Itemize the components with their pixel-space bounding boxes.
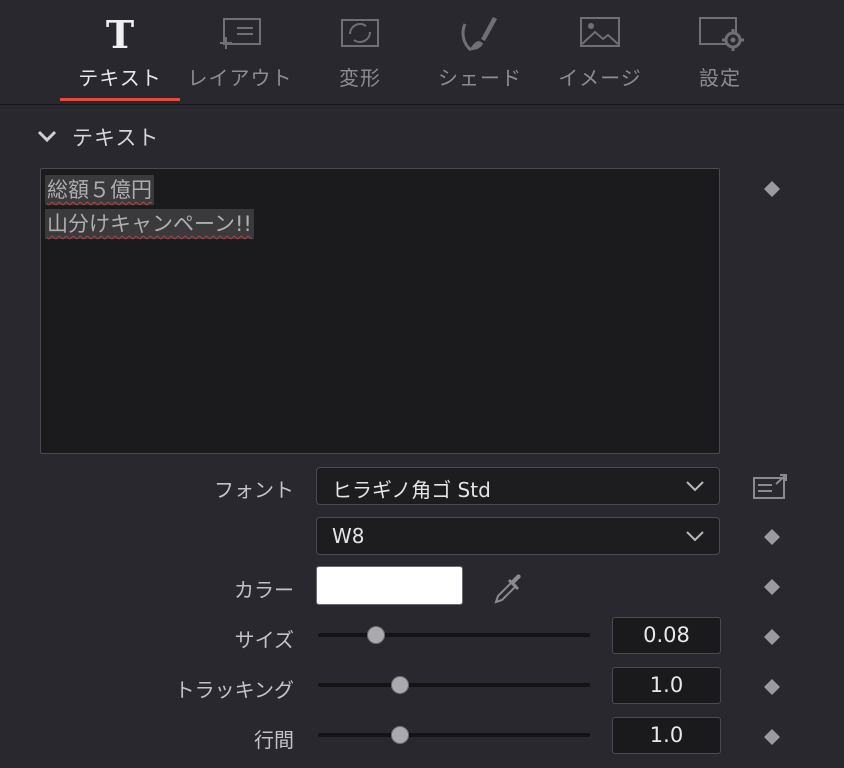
tracking-slider[interactable] <box>318 675 590 695</box>
settings-icon <box>695 14 745 54</box>
size-slider[interactable] <box>318 625 590 645</box>
keyframe-diamond-icon[interactable] <box>764 629 780 645</box>
chevron-down-icon <box>686 531 704 542</box>
size-label: サイズ <box>234 628 294 652</box>
tab-transform[interactable]: 変形 <box>300 0 420 104</box>
color-swatch[interactable] <box>316 566 463 605</box>
size-value-field[interactable]: 0.08 <box>612 617 721 654</box>
keyframe-diamond-icon[interactable] <box>764 579 780 595</box>
tab-text-label: テキスト <box>78 66 162 90</box>
keyframe-diamond-icon[interactable] <box>764 679 780 695</box>
chevron-down-icon <box>686 481 704 492</box>
text-section-header[interactable]: テキスト <box>36 118 336 154</box>
tab-settings-label: 設定 <box>699 66 741 90</box>
font-label: フォント <box>214 478 294 502</box>
eyedropper-icon[interactable] <box>492 572 526 606</box>
tab-shade[interactable]: シェード <box>420 0 540 104</box>
keyframe-diamond-icon[interactable] <box>764 529 780 545</box>
keyframe-diamond-icon[interactable] <box>764 729 780 745</box>
inspector-tabbar: T テキスト レイアウト 変形 シェード イメージ 設定 <box>0 0 844 105</box>
font-family-value: ヒラギノ角ゴ Std <box>332 478 491 502</box>
tracking-label: トラッキング <box>174 678 294 702</box>
tab-transform-label: 変形 <box>339 66 381 90</box>
transform-icon <box>335 14 385 54</box>
tab-text[interactable]: T テキスト <box>60 0 180 104</box>
font-browser-icon[interactable] <box>752 472 790 502</box>
slider-thumb[interactable] <box>391 676 409 694</box>
tab-layout-label: レイアウト <box>187 66 293 90</box>
layout-icon <box>215 14 265 54</box>
line-spacing-label: 行間 <box>254 728 294 752</box>
tab-layout[interactable]: レイアウト <box>180 0 300 104</box>
text-T-icon: T <box>95 12 145 57</box>
slider-thumb[interactable] <box>367 626 385 644</box>
text-line-2: 山分けキャンペーン!! <box>45 209 254 239</box>
section-title: テキスト <box>72 126 160 150</box>
tab-shade-label: シェード <box>438 66 522 90</box>
font-family-dropdown[interactable]: ヒラギノ角ゴ Std <box>316 467 720 505</box>
tab-image[interactable]: イメージ <box>540 0 660 104</box>
tab-settings[interactable]: 設定 <box>660 0 780 104</box>
text-content-input[interactable]: 総額５億円 山分けキャンペーン!! <box>40 168 720 454</box>
font-weight-dropdown[interactable]: W8 <box>316 517 720 555</box>
brush-icon <box>455 14 505 54</box>
slider-track <box>318 733 590 737</box>
keyframe-diamond-icon[interactable] <box>764 181 780 197</box>
font-weight-value: W8 <box>332 524 365 548</box>
tab-image-label: イメージ <box>558 66 642 90</box>
active-tab-indicator <box>60 98 180 101</box>
line-spacing-value-field[interactable]: 1.0 <box>612 717 721 754</box>
line-spacing-slider[interactable] <box>318 725 590 745</box>
image-icon <box>575 14 625 54</box>
chevron-down-icon <box>37 130 57 143</box>
tracking-value-field[interactable]: 1.0 <box>612 667 721 704</box>
color-label: カラー <box>234 578 294 602</box>
slider-track <box>318 683 590 687</box>
slider-thumb[interactable] <box>391 726 409 744</box>
slider-track <box>318 633 590 637</box>
svg-text:T: T <box>106 14 134 54</box>
text-line-1: 総額５億円 <box>45 175 154 205</box>
